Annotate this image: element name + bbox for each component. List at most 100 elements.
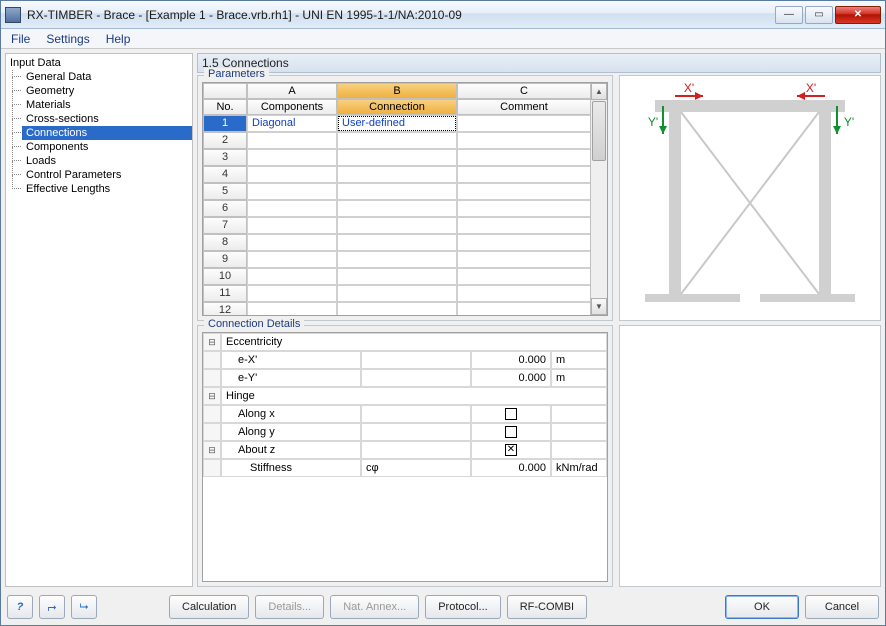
cell-connection[interactable] bbox=[337, 302, 457, 315]
hinge-toggle[interactable]: ⊟ bbox=[203, 387, 221, 405]
maximize-button[interactable]: ▭ bbox=[805, 6, 833, 24]
sidebar-item-effective-lengths[interactable]: Effective Lengths bbox=[22, 182, 192, 196]
sidebar-item-geometry[interactable]: Geometry bbox=[22, 84, 192, 98]
cell-comment[interactable] bbox=[457, 149, 590, 166]
cell-components[interactable] bbox=[247, 183, 337, 200]
rownum-header: No. bbox=[203, 99, 247, 115]
rf-combi-button[interactable]: RF-COMBI bbox=[507, 595, 587, 619]
content: 1.5 Connections Parameters ABCNo.Compone… bbox=[197, 53, 881, 587]
row-number[interactable]: 10 bbox=[203, 268, 247, 285]
ok-button[interactable]: OK bbox=[725, 595, 799, 619]
cell-components[interactable] bbox=[247, 234, 337, 251]
along-y-label: Along y bbox=[221, 423, 361, 441]
cell-connection[interactable] bbox=[337, 149, 457, 166]
cell-connection[interactable] bbox=[337, 251, 457, 268]
row-number[interactable]: 4 bbox=[203, 166, 247, 183]
cell-components[interactable] bbox=[247, 200, 337, 217]
row-number[interactable]: 6 bbox=[203, 200, 247, 217]
col-letter[interactable]: B bbox=[337, 83, 457, 99]
help-button[interactable]: ? bbox=[7, 595, 33, 619]
calculation-button[interactable]: Calculation bbox=[169, 595, 249, 619]
cell-connection[interactable] bbox=[337, 166, 457, 183]
sidebar-item-components[interactable]: Components bbox=[22, 140, 192, 154]
cell-components[interactable] bbox=[247, 251, 337, 268]
menu-help[interactable]: Help bbox=[100, 30, 137, 48]
sidebar-item-materials[interactable]: Materials bbox=[22, 98, 192, 112]
minimize-button[interactable]: — bbox=[775, 6, 803, 24]
cell-connection[interactable] bbox=[337, 234, 457, 251]
sidebar-item-general-data[interactable]: General Data bbox=[22, 70, 192, 84]
cell-connection[interactable]: User-defined bbox=[337, 115, 457, 132]
col-letter[interactable]: A bbox=[247, 83, 337, 99]
titlebar: RX-TIMBER - Brace - [Example 1 - Brace.v… bbox=[1, 1, 885, 29]
cell-comment[interactable] bbox=[457, 166, 590, 183]
row-number[interactable]: 9 bbox=[203, 251, 247, 268]
cell-comment[interactable] bbox=[457, 132, 590, 149]
col-letter[interactable]: C bbox=[457, 83, 590, 99]
menu-file[interactable]: File bbox=[5, 30, 36, 48]
sidebar-item-cross-sections[interactable]: Cross-sections bbox=[22, 112, 192, 126]
row-number[interactable]: 3 bbox=[203, 149, 247, 166]
ex-value[interactable]: 0.000 bbox=[471, 351, 551, 369]
col-header[interactable]: Comment bbox=[457, 99, 590, 115]
cell-comment[interactable] bbox=[457, 302, 590, 315]
stiffness-value[interactable]: 0.000 bbox=[471, 459, 551, 477]
cell-connection[interactable] bbox=[337, 268, 457, 285]
row-number[interactable]: 5 bbox=[203, 183, 247, 200]
cell-connection[interactable] bbox=[337, 217, 457, 234]
cell-connection[interactable] bbox=[337, 200, 457, 217]
cell-components[interactable] bbox=[247, 302, 337, 315]
row-number[interactable]: 2 bbox=[203, 132, 247, 149]
cell-components[interactable] bbox=[247, 268, 337, 285]
export-right-button[interactable]: ⮡ bbox=[71, 595, 97, 619]
cancel-button[interactable]: Cancel bbox=[805, 595, 879, 619]
sidebar-item-control-parameters[interactable]: Control Parameters bbox=[22, 168, 192, 182]
cell-components[interactable] bbox=[247, 285, 337, 302]
row-number[interactable]: 12 bbox=[203, 302, 247, 315]
row-number[interactable]: 11 bbox=[203, 285, 247, 302]
row-number[interactable]: 8 bbox=[203, 234, 247, 251]
cell-components[interactable] bbox=[247, 166, 337, 183]
row-number[interactable]: 1 bbox=[203, 115, 247, 132]
scroll-down-button[interactable]: ▼ bbox=[591, 298, 607, 315]
cell-components[interactable] bbox=[247, 132, 337, 149]
parameters-grid[interactable]: ABC No.ComponentsConnectionComment 1Diagon… bbox=[202, 82, 608, 316]
about-z-toggle[interactable]: ⊟ bbox=[203, 441, 221, 459]
parameters-scrollbar[interactable]: ▲ ▼ bbox=[590, 83, 607, 315]
protocol-button[interactable]: Protocol... bbox=[425, 595, 501, 619]
cell-connection[interactable] bbox=[337, 285, 457, 302]
sidebar-item-loads[interactable]: Loads bbox=[22, 154, 192, 168]
cell-connection[interactable] bbox=[337, 183, 457, 200]
row-number[interactable]: 7 bbox=[203, 217, 247, 234]
cell-connection[interactable] bbox=[337, 132, 457, 149]
cell-components[interactable] bbox=[247, 149, 337, 166]
cell-comment[interactable] bbox=[457, 115, 590, 132]
details-button[interactable]: Details... bbox=[255, 595, 324, 619]
tree-root-label[interactable]: Input Data bbox=[6, 56, 192, 70]
cell-comment[interactable] bbox=[457, 234, 590, 251]
ey-value[interactable]: 0.000 bbox=[471, 369, 551, 387]
cell-comment[interactable] bbox=[457, 268, 590, 285]
cell-comment[interactable] bbox=[457, 217, 590, 234]
cell-components[interactable]: Diagonal bbox=[247, 115, 337, 132]
nat-annex-button[interactable]: Nat. Annex... bbox=[330, 595, 419, 619]
cell-comment[interactable] bbox=[457, 251, 590, 268]
cell-comment[interactable] bbox=[457, 285, 590, 302]
export-left-button[interactable]: ⮣ bbox=[39, 595, 65, 619]
cell-components[interactable] bbox=[247, 217, 337, 234]
cell-comment[interactable] bbox=[457, 200, 590, 217]
cell-comment[interactable] bbox=[457, 183, 590, 200]
along-x-checkbox[interactable] bbox=[505, 408, 517, 420]
menu-settings[interactable]: Settings bbox=[40, 30, 95, 48]
col-header[interactable]: Connection bbox=[337, 99, 457, 115]
close-button[interactable]: ✕ bbox=[835, 6, 881, 24]
sidebar-item-connections[interactable]: Connections bbox=[22, 126, 192, 140]
about-z-checkbox[interactable] bbox=[505, 444, 517, 456]
scroll-up-button[interactable]: ▲ bbox=[591, 83, 607, 100]
eccentricity-toggle[interactable]: ⊟ bbox=[203, 333, 221, 351]
axis-y-label-right: Y' bbox=[844, 115, 854, 129]
along-y-checkbox[interactable] bbox=[505, 426, 517, 438]
scroll-thumb[interactable] bbox=[592, 101, 606, 161]
connection-details-grid[interactable]: ⊟ Eccentricity e-X' 0.000 m e-Y' 0 bbox=[202, 332, 608, 582]
col-header[interactable]: Components bbox=[247, 99, 337, 115]
